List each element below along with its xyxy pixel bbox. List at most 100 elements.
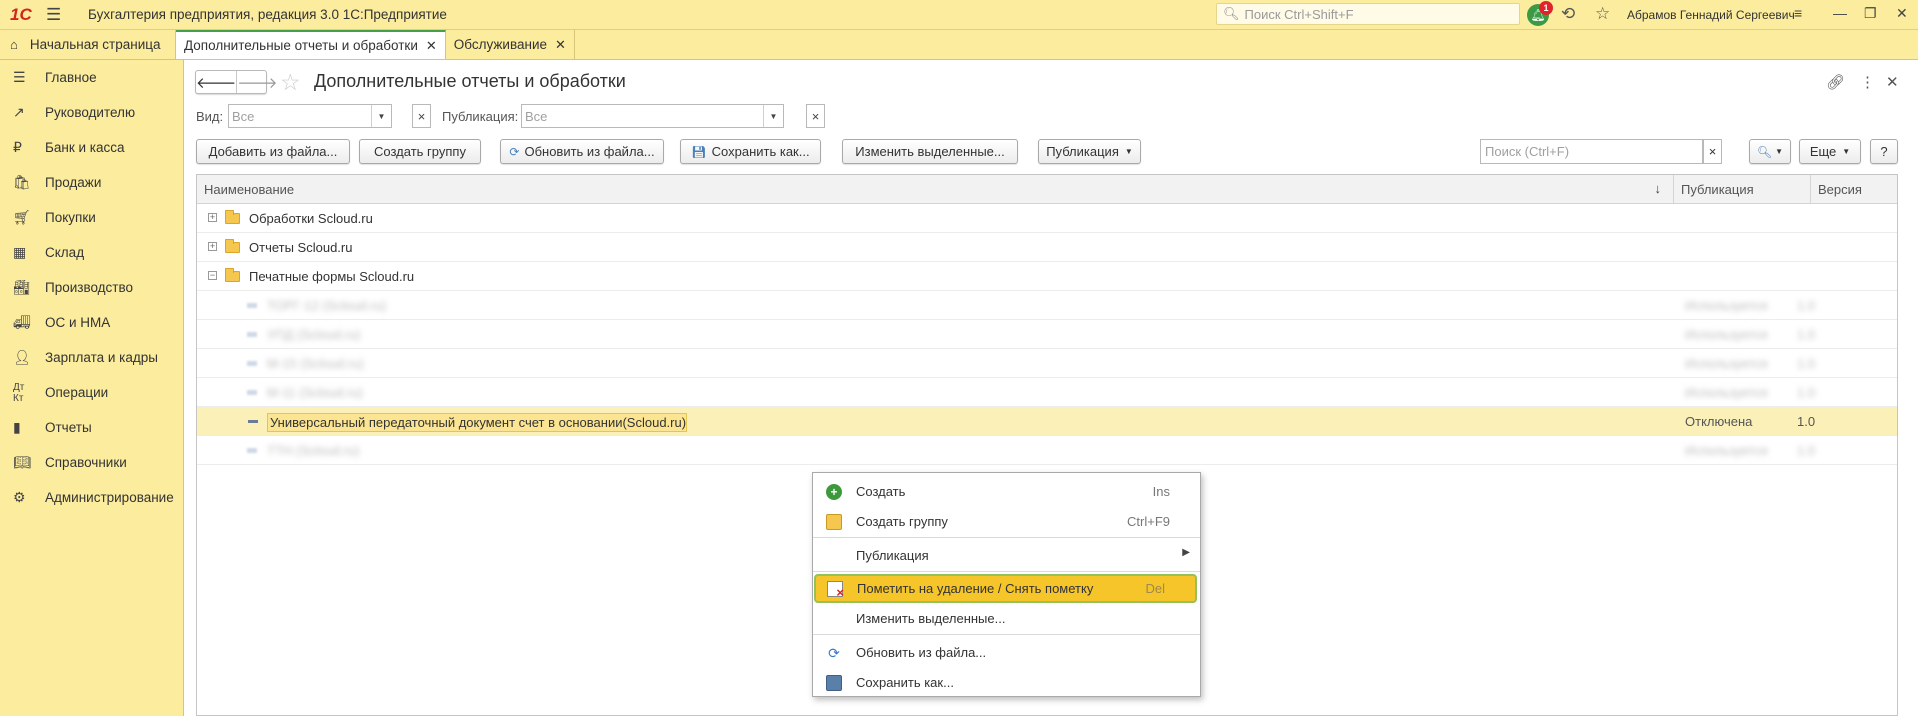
menu-item-label: Создать группу — [856, 514, 948, 529]
update-from-file-button[interactable]: ⟳ Обновить из файла... — [500, 139, 664, 164]
table-row[interactable]: − Печатные формы Scloud.ru — [197, 262, 1897, 291]
more-button[interactable]: Еще ▼ — [1799, 139, 1861, 164]
expand-icon[interactable]: + — [208, 242, 217, 251]
sidebar-item-operations[interactable]: Дт Кт Операции — [0, 375, 183, 410]
sidebar-item-salary[interactable]: 👤︎ Зарплата и кадры — [0, 340, 183, 375]
table-row[interactable]: + Отчеты Scloud.ru — [197, 233, 1897, 262]
menu-item-publication[interactable]: Публикация ▶ — [813, 541, 1200, 570]
forward-arrow-icon[interactable]: 🡒 — [236, 71, 277, 93]
link-icon[interactable]: 🔗︎ — [1826, 73, 1845, 91]
table-row[interactable]: ТТН (Scloud.ru) Используется 1.0 — [197, 436, 1897, 465]
favorites-star-icon[interactable]: ☆ — [1595, 4, 1610, 24]
table-row[interactable]: М-15 (Scloud.ru) Используется 1.0 — [197, 349, 1897, 378]
search-button[interactable]: 🔍︎ ▼ — [1749, 139, 1791, 164]
table-row-selected[interactable]: Универсальный передаточный документ счет… — [197, 407, 1897, 436]
processing-icon — [247, 361, 257, 366]
notifications-badge: 1 — [1539, 1, 1553, 15]
menu-item-save-as[interactable]: Сохранить как... — [813, 668, 1200, 697]
sidebar-item-warehouse[interactable]: ▦ Склад — [0, 235, 183, 270]
sidebar-item-admin[interactable]: ⚙ Администрирование — [0, 480, 183, 515]
sidebar-item-purchases[interactable]: 🛒︎ Покупки — [0, 200, 183, 235]
menu-item-label: Обновить из файла... — [856, 645, 987, 660]
tab-additional-reports-label: Дополнительные отчеты и обработки — [184, 38, 418, 53]
sidebar-item-reports[interactable]: ▮ Отчеты — [0, 410, 183, 445]
sidebar-item-production[interactable]: 🏭︎ Производство — [0, 270, 183, 305]
publication-select[interactable]: Все ▼ — [521, 104, 784, 128]
table-row[interactable]: + Обработки Scloud.ru — [197, 204, 1897, 233]
warehouse-icon: ▦ — [13, 244, 27, 260]
add-from-file-button[interactable]: Добавить из файла... — [196, 139, 350, 164]
row-version: 1.0 — [1797, 356, 1816, 371]
menu-item-mark-delete[interactable]: Пометить на удаление / Снять пометку Del — [814, 574, 1197, 603]
favorite-star-icon[interactable]: ☆ — [280, 69, 301, 96]
tab-home[interactable]: ⌂ Начальная страница — [0, 30, 176, 59]
chevron-down-icon: ▼ — [1775, 147, 1784, 156]
back-arrow-icon[interactable]: 🡐 — [196, 71, 236, 93]
close-tab-icon[interactable]: ✕ — [426, 38, 437, 54]
close-form-icon[interactable]: ✕ — [1886, 73, 1899, 91]
menu-separator — [813, 634, 1200, 635]
row-publication: Используется — [1685, 298, 1768, 313]
menu-item-change-selected[interactable]: Изменить выделенные... — [813, 604, 1200, 633]
help-button[interactable]: ? — [1870, 139, 1898, 164]
save-as-button[interactable]: 💾︎ Сохранить как... — [680, 139, 821, 164]
table-row[interactable]: ТОРГ-12 (Scloud.ru) Используется 1.0 — [197, 291, 1897, 320]
global-search-placeholder: Поиск Ctrl+Shift+F — [1244, 6, 1354, 22]
chevron-down-icon[interactable]: ▼ — [371, 105, 391, 127]
collapse-icon[interactable]: − — [208, 271, 217, 280]
sidebar-item-label: Руководителю — [45, 105, 136, 120]
list-search-input[interactable]: Поиск (Ctrl+F) — [1480, 139, 1703, 164]
table-row[interactable]: М-11 (Scloud.ru) Используется 1.0 — [197, 378, 1897, 407]
ruble-icon: ₽ — [13, 139, 22, 155]
change-selected-button[interactable]: Изменить выделенные... — [842, 139, 1018, 164]
create-group-button[interactable]: Создать группу — [359, 139, 481, 164]
publication-menu-button[interactable]: Публикация ▼ — [1038, 139, 1141, 164]
sidebar-item-main[interactable]: ☰ Главное — [0, 60, 183, 95]
minimize-icon[interactable]: — — [1833, 5, 1847, 21]
user-name[interactable]: Абрамов Геннадий Сергеевич — [1627, 8, 1795, 22]
sidebar-item-fixed-assets[interactable]: 🚚︎ ОС и НМА — [0, 305, 183, 340]
main-area: 🡐 🡒 ☆ Дополнительные отчеты и обработки … — [184, 60, 1918, 716]
processing-icon — [247, 390, 257, 395]
clear-search-icon[interactable]: × — [1703, 139, 1722, 164]
menu-separator — [813, 537, 1200, 538]
column-name-header[interactable]: Наименование ↓ — [197, 175, 1674, 203]
expand-icon[interactable]: + — [208, 213, 217, 222]
settings-menu-icon[interactable]: ≡ — [1794, 5, 1802, 21]
more-vert-icon[interactable]: ⋮ — [1860, 73, 1875, 91]
menu-item-update-from-file[interactable]: ⟳ Обновить из файла... — [813, 638, 1200, 667]
sidebar-item-sales[interactable]: 🛍︎ Продажи — [0, 165, 183, 200]
sidebar-item-label: Продажи — [45, 175, 102, 190]
menu-item-create[interactable]: + Создать Ins — [813, 477, 1200, 506]
tab-additional-reports[interactable]: Дополнительные отчеты и обработки ✕ — [176, 30, 446, 59]
refresh-icon: ⟳ — [509, 144, 520, 159]
chevron-down-icon[interactable]: ▼ — [763, 105, 783, 127]
table-row[interactable]: УПД (Scloud.ru) Используется 1.0 — [197, 320, 1897, 349]
close-window-icon[interactable]: ✕ — [1896, 5, 1908, 22]
row-name: М-15 (Scloud.ru) — [267, 356, 364, 371]
row-publication: Используется — [1685, 327, 1768, 342]
column-version-header[interactable]: Версия — [1811, 175, 1897, 203]
clear-publication-icon[interactable]: × — [806, 104, 825, 128]
main-menu-icon[interactable]: ☰ — [46, 5, 74, 25]
sidebar-item-director[interactable]: ↗ Руководителю — [0, 95, 183, 130]
restore-icon[interactable]: ❐ — [1864, 5, 1877, 22]
global-search-input[interactable]: 🔍︎ Поиск Ctrl+Shift+F — [1216, 3, 1520, 25]
publication-menu-label: Публикация — [1046, 144, 1119, 159]
delete-mark-icon — [827, 581, 844, 600]
menu-item-create-group[interactable]: Создать группу Ctrl+F9 — [813, 507, 1200, 536]
row-version: 1.0 — [1797, 443, 1816, 458]
tab-service[interactable]: Обслуживание ✕ — [446, 30, 575, 59]
row-name-editor[interactable]: Универсальный передаточный документ счет… — [267, 413, 687, 432]
sidebar-item-catalogs[interactable]: 📖︎ Справочники — [0, 445, 183, 480]
tab-home-label: Начальная страница — [29, 37, 161, 52]
history-icon[interactable]: ⟲ — [1561, 4, 1575, 24]
sidebar-item-bank[interactable]: ₽ Банк и касса — [0, 130, 183, 165]
clear-vid-icon[interactable]: × — [412, 104, 431, 128]
close-tab-icon[interactable]: ✕ — [555, 37, 566, 53]
sort-desc-icon: ↓ — [1654, 181, 1662, 196]
vid-select[interactable]: Все ▼ — [228, 104, 392, 128]
row-publication: Используется — [1685, 356, 1768, 371]
row-version: 1.0 — [1797, 385, 1816, 400]
column-publication-header[interactable]: Публикация — [1674, 175, 1811, 203]
